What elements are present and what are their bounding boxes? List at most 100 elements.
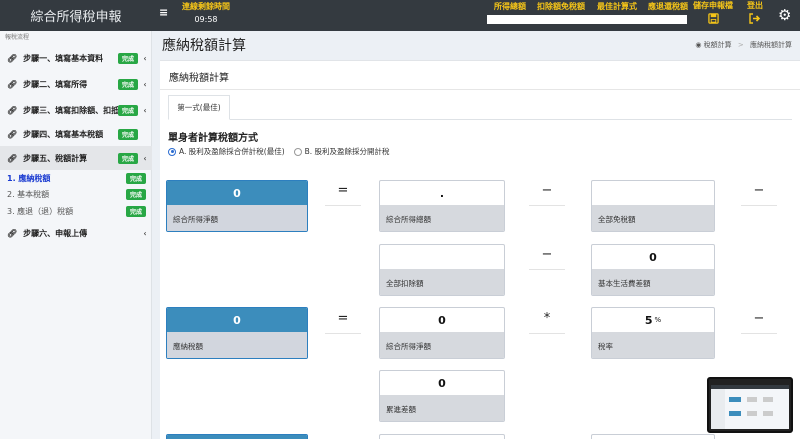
chevron-left-icon: ‹ [143, 105, 147, 115]
top-bar: 綜合所得稅申報 ≡ 連線剩餘時間 09:58 所得總額 扣除額免稅額 最佳計算式… [0, 0, 800, 31]
status-badge: 完成 [117, 128, 138, 140]
link-icon: 🔗︎ [7, 153, 18, 163]
basic-living-value: 0 [649, 250, 657, 264]
tax-rate-unit: % [654, 316, 662, 324]
save-icon [692, 13, 734, 26]
exemption-value [592, 181, 714, 205]
nav-best-formula[interactable]: 最佳計算式 [597, 1, 637, 12]
deduction-box: 全部扣除額 [379, 244, 505, 296]
radio-separate-label[interactable]: B. 股利及盈餘採分開計稅 [305, 146, 390, 157]
calc-method-radio-group: A. 股利及盈餘採合併計稅(最佳) B. 股利及盈餘採分開計稅 [168, 146, 390, 157]
nav-gross-income[interactable]: 所得總額 [494, 1, 526, 12]
radio-separate[interactable] [293, 147, 302, 156]
exemption-label: 全部免稅額 [592, 205, 714, 231]
tab-first-formula[interactable]: 第一式(最佳) [168, 95, 230, 120]
minus-operator: − [529, 240, 565, 270]
status-badge: 完成 [125, 189, 146, 200]
nav-deductions[interactable]: 扣除額免稅額 [537, 1, 585, 12]
sidebar-caption: 報稅流程 [5, 34, 30, 41]
link-icon: 🔗︎ [7, 105, 18, 115]
breadcrumb-item-2: 應納稅額計算 [750, 41, 792, 49]
tax-rate-value-wrap: 5% [592, 308, 714, 332]
radio-combined[interactable] [168, 147, 176, 156]
sidebar-step-6[interactable]: 🔗︎ 步驟六、申報上傳 ‹ [0, 221, 152, 245]
app-title: 綜合所得稅申報 [30, 10, 122, 25]
tax-payable-value: 0 [167, 308, 307, 332]
deduction-label: 全部扣除額 [380, 269, 504, 295]
chevron-left-icon: ‹ [143, 79, 147, 89]
logout-icon [744, 13, 766, 26]
card-title: 應納稅額計算 [169, 73, 229, 84]
sidebar-subitem-refund[interactable]: 3. 應退（退）稅額 完成 [0, 205, 152, 218]
hamburger-icon[interactable]: ≡ [159, 6, 168, 19]
divider [160, 89, 800, 90]
minus-operator: − [741, 304, 777, 334]
progressive-value: 0 [438, 376, 446, 390]
screenshot-thumbnail[interactable] [707, 377, 793, 433]
sidebar-step-4[interactable]: 🔗︎ 步驟四、填寫基本稅額 完成 [0, 122, 152, 146]
exemption-box: 全部免稅額 [591, 180, 715, 232]
step-label: 步驟三、填寫扣除額、扣抵 [23, 105, 118, 115]
status-badge: 完成 [125, 173, 146, 184]
net-income-label: 綜合所得淨額 [167, 205, 307, 231]
subitem-label: 2. 基本稅額 [7, 190, 50, 199]
status-badge: 完成 [125, 206, 146, 217]
tax-calculation-card: 應納稅額計算 第一式(最佳) 單身者計算稅額方式 A. 股利及盈餘採合併計稅(最… [160, 60, 800, 439]
sidebar: 報稅流程 🔗︎ 步驟一、填寫基本資料 完成 ‹ 🔗︎ 步驟二、填寫所得 完成 ‹… [0, 31, 152, 439]
net-income2-value: 0 [438, 313, 446, 327]
breadcrumb-separator: > [737, 41, 744, 49]
breadcrumb: ◉ 稅額計算 > 應納稅額計算 [695, 40, 792, 50]
chevron-left-icon: ‹ [143, 53, 147, 63]
dashboard-icon: ◉ [695, 41, 702, 49]
save-button[interactable]: 儲存申報檔 [692, 0, 734, 26]
subitem-label: 1. 應納稅額 [7, 174, 51, 183]
status-badge: 完成 [117, 152, 138, 164]
logout-button[interactable]: 登出 [744, 0, 766, 26]
tax-payable-box: 0 應納稅額 [166, 307, 308, 359]
tax-rate-label: 稅率 [592, 332, 714, 358]
link-icon: 🔗︎ [7, 129, 18, 139]
sidebar-step-5[interactable]: 🔗︎ 步驟五、稅額計算 完成 ‹ [0, 146, 152, 170]
deduction-value [380, 245, 504, 269]
tax-rate-box: 5% 稅率 [591, 307, 715, 359]
sidebar-subitem-tax-payable[interactable]: 1. 應納稅額 完成 [0, 172, 152, 185]
subitem-label: 3. 應退（退）稅額 [7, 207, 74, 216]
nav-refund[interactable]: 應退還稅額 [648, 1, 688, 12]
step-label: 步驟二、填寫所得 [23, 79, 88, 89]
logout-label: 登出 [747, 1, 763, 10]
radio-combined-label[interactable]: A. 股利及盈餘採合併計稅(最佳) [179, 146, 285, 157]
section-heading: 單身者計算稅額方式 [168, 133, 258, 144]
minus-operator: − [529, 176, 565, 206]
basic-living-box: 0 基本生活費差額 [591, 244, 715, 296]
save-label: 儲存申報檔 [693, 1, 733, 10]
sidebar-step-1[interactable]: 🔗︎ 步驟一、填寫基本資料 完成 ‹ [0, 46, 152, 70]
minus-operator: − [741, 176, 777, 206]
link-icon: 🔗︎ [7, 53, 18, 63]
timer-value: 09:58 [194, 15, 218, 24]
chevron-down-icon: ‹ [143, 153, 147, 163]
net-income-box: 0 綜合所得淨額 [166, 180, 308, 232]
gross-income-value: . [439, 186, 445, 200]
sidebar-step-2[interactable]: 🔗︎ 步驟二、填寫所得 完成 ‹ [0, 72, 152, 96]
step-label: 步驟六、申報上傳 [23, 228, 88, 238]
sidebar-subitem-basic-tax[interactable]: 2. 基本稅額 完成 [0, 188, 152, 201]
basic-living-label: 基本生活費差額 [592, 269, 714, 295]
link-icon: 🔗︎ [7, 79, 18, 89]
tab-underline [168, 119, 792, 120]
equals-operator: = [325, 176, 361, 206]
breadcrumb-item-1[interactable]: 稅額計算 [704, 41, 732, 49]
multiply-operator: * [529, 304, 565, 334]
sidebar-step-3[interactable]: 🔗︎ 步驟三、填寫扣除額、扣抵 完成 ‹ [0, 98, 152, 122]
next-row-box [379, 434, 505, 439]
page-title: 應納稅額計算 [162, 38, 246, 54]
session-timer: 連線剩餘時間 09:58 [180, 1, 232, 24]
gear-icon[interactable]: ⚙ [778, 6, 791, 24]
status-badge: 完成 [117, 78, 138, 90]
chevron-left-icon: ‹ [143, 228, 147, 238]
net-income2-box: 0 綜合所得淨額 [379, 307, 505, 359]
link-icon: 🔗︎ [7, 228, 18, 238]
step-label: 步驟五、稅額計算 [23, 153, 88, 163]
progress-strip [487, 15, 687, 24]
status-badge: 完成 [117, 104, 138, 116]
gross-income-label: 綜合所得總額 [380, 205, 504, 231]
